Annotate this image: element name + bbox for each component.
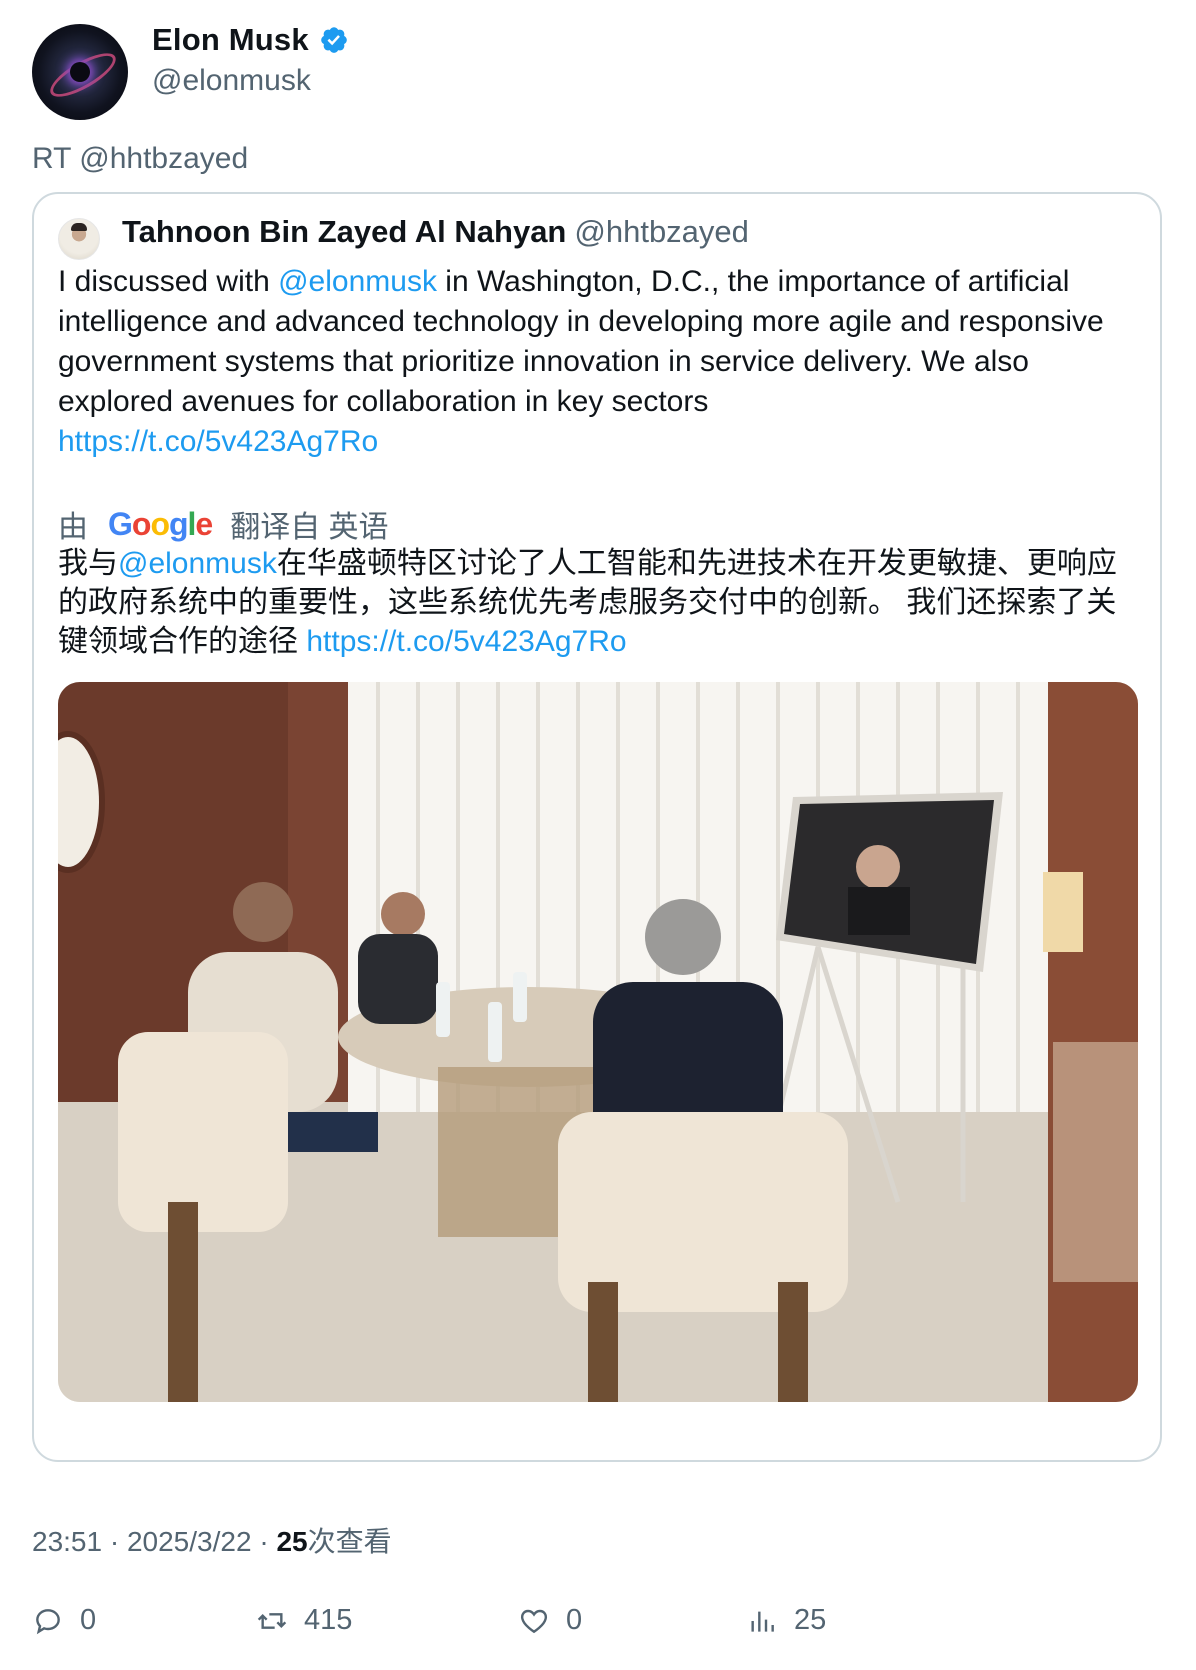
view-suffix: 次查看 <box>307 1526 392 1557</box>
retweet-icon <box>257 1612 287 1629</box>
author-name-row: Elon Musk <box>152 22 349 58</box>
quoted-text-part1: I discussed with <box>58 265 279 298</box>
retweet-count: 415 <box>304 1604 353 1636</box>
retweet-button[interactable]: 415 <box>256 1604 352 1637</box>
translate-prefix: 由 <box>58 511 88 544</box>
views-count: 25 <box>794 1604 827 1636</box>
quoted-author-row: Tahnoon Bin Zayed Al Nahyan @hhtbzayed <box>122 214 749 250</box>
reply-icon <box>36 1608 60 1634</box>
action-bar: 0 415 0 25 <box>32 1604 1132 1644</box>
views-icon <box>751 1611 774 1632</box>
reply-count: 0 <box>80 1604 97 1636</box>
google-logo-icon: Google <box>108 505 213 542</box>
tweet-time[interactable]: 23:51 <box>32 1526 102 1557</box>
meeting-room-illustration <box>58 682 1138 1402</box>
views-button[interactable]: 25 <box>746 1604 826 1637</box>
like-button[interactable]: 0 <box>518 1604 582 1637</box>
retweet-line: RT @hhtbzayed <box>32 142 249 175</box>
author-handle[interactable]: @elonmusk <box>152 64 311 98</box>
translate-suffix: 翻译自 英语 <box>230 511 389 544</box>
translation-attribution[interactable]: 由 Google 翻译自 英语 <box>58 502 389 546</box>
quoted-tweet-card[interactable]: Tahnoon Bin Zayed Al Nahyan @hhtbzayed I … <box>32 192 1162 1462</box>
tweet-url-link[interactable]: https://t.co/5v423Ag7Ro <box>58 425 378 458</box>
translated-text: 我与@elonmusk在华盛顿特区讨论了人工智能和先进技术在开发更敏捷、更响应的… <box>58 544 1138 661</box>
reply-button[interactable]: 0 <box>32 1604 96 1637</box>
author-avatar[interactable] <box>32 24 128 120</box>
mention-link[interactable]: @elonmusk <box>278 265 437 298</box>
verified-badge-icon <box>321 27 347 53</box>
zh-url-link[interactable]: https://t.co/5v423Ag7Ro <box>306 625 626 658</box>
author-name[interactable]: Elon Musk <box>152 22 309 58</box>
quoted-author-handle[interactable]: @hhtbzayed <box>574 214 749 249</box>
quoted-tweet-text: I discussed with @elonmusk in Washington… <box>58 262 1138 462</box>
tweet-photo[interactable] <box>58 682 1138 1402</box>
zh-mention-link[interactable]: @elonmusk <box>118 547 277 580</box>
quoted-author-name[interactable]: Tahnoon Bin Zayed Al Nahyan <box>122 214 566 249</box>
view-count: 25 <box>276 1526 308 1557</box>
zh-part1: 我与 <box>58 547 118 580</box>
like-count: 0 <box>566 1604 583 1636</box>
quoted-author-avatar[interactable] <box>58 218 100 260</box>
tweet-date[interactable]: 2025/3/22 <box>127 1526 252 1557</box>
like-icon <box>520 1609 548 1633</box>
tweet-meta: 23:51 · 2025/3/22 · 25次查看 <box>32 1526 392 1557</box>
